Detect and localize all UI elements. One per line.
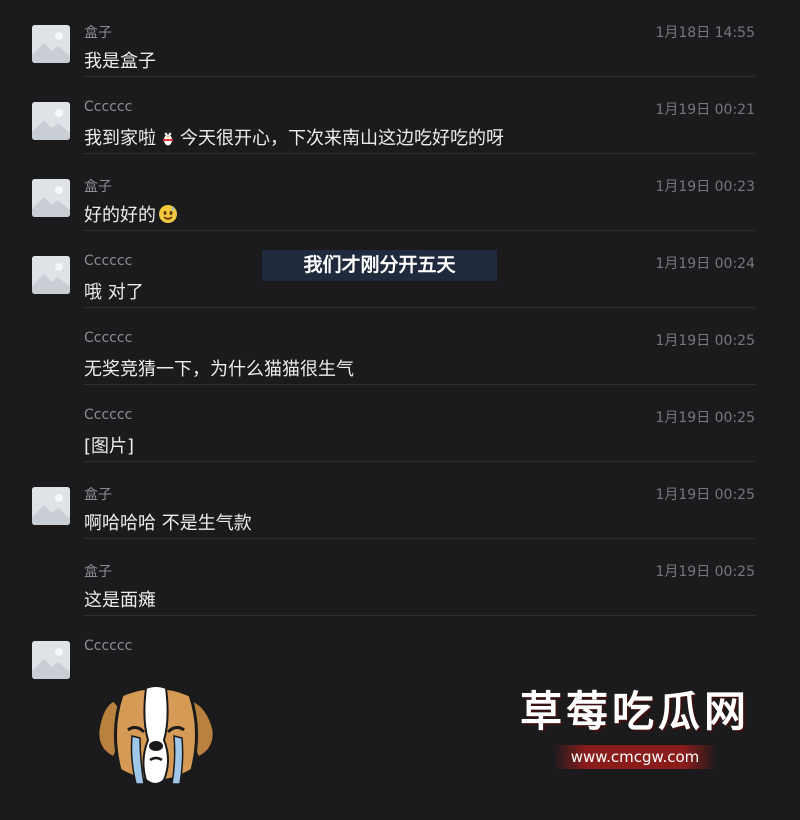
message-time: 1月19日 00:25 <box>655 564 755 580</box>
message-text[interactable]: 这是面瘫 <box>84 586 156 612</box>
avatar-placeholder-icon[interactable] <box>32 641 70 679</box>
watermark-title: 草莓吃瓜网 <box>519 687 750 736</box>
watermark: 草莓吃瓜网 www.cmcgw.com <box>505 678 765 769</box>
message-row[interactable]: 盒子 1月19日 00:25 这是面瘫 <box>0 539 800 616</box>
message-time: 1月19日 00:21 <box>655 102 755 118</box>
message-text-part: 好的好的 <box>84 205 156 226</box>
message-text-part: 我到家啦 <box>84 128 156 149</box>
message-time: 1月19日 00:24 <box>655 256 755 272</box>
avatar-placeholder-icon[interactable] <box>32 25 70 63</box>
message-time: 1月19日 00:25 <box>655 487 755 503</box>
message-text[interactable]: 无奖竞猜一下，为什么猫猫很生气 <box>84 355 354 381</box>
message-row[interactable]: 盒子 1月18日 14:55 我是盒子 <box>0 0 800 77</box>
sweat-smile-emoji-icon <box>158 204 178 224</box>
message-time: 1月18日 14:55 <box>655 25 755 41</box>
message-sender: Cccccc <box>84 99 133 115</box>
message-row[interactable]: Cccccc 1月19日 00:25 [图片] <box>0 385 800 462</box>
message-text[interactable]: 哦 对了 <box>84 278 144 304</box>
message-row[interactable]: Cccccc 1月19日 00:25 无奖竞猜一下，为什么猫猫很生气 <box>0 308 800 385</box>
video-caption-overlay: 我们才刚分开五天 <box>262 250 497 281</box>
message-sender: Cccccc <box>84 407 133 423</box>
message-row[interactable]: Cccccc 1月19日 00:21 我到家啦 今天很开心，下次来南山这边吃好吃的… <box>0 77 800 154</box>
message-text[interactable]: 我是盒子 <box>84 47 156 73</box>
message-sender: Cccccc <box>84 638 133 654</box>
avatar-placeholder-icon[interactable] <box>32 179 70 217</box>
message-text[interactable]: 好的好的 <box>84 201 180 227</box>
message-text[interactable]: 啊哈哈哈 不是生气款 <box>84 509 252 535</box>
message-sender: 盒子 <box>84 25 112 41</box>
penguin-emoji-icon <box>158 127 178 147</box>
message-sender: 盒子 <box>84 487 112 503</box>
avatar-placeholder-icon[interactable] <box>32 256 70 294</box>
message-text-part: 今天很开心，下次来南山这边吃好吃的呀 <box>180 128 504 149</box>
message-text[interactable]: 我到家啦 今天很开心，下次来南山这边吃好吃的呀 <box>84 124 504 150</box>
message-row[interactable]: 盒子 1月19日 00:25 啊哈哈哈 不是生气款 <box>0 462 800 539</box>
message-row[interactable]: 盒子 1月19日 00:23 好的好的 <box>0 154 800 231</box>
crying-puppy-sticker-icon[interactable] <box>92 680 222 800</box>
message-text-image-placeholder[interactable]: [图片] <box>84 432 134 458</box>
message-sender: Cccccc <box>84 330 133 346</box>
message-list: 盒子 1月18日 14:55 我是盒子 Cccccc 1月19日 00:21 我… <box>0 0 800 693</box>
avatar-placeholder-icon[interactable] <box>32 102 70 140</box>
message-time: 1月19日 00:25 <box>655 410 755 426</box>
message-time: 1月19日 00:23 <box>655 179 755 195</box>
watermark-url: www.cmcgw.com <box>552 745 718 769</box>
message-time: 1月19日 00:25 <box>655 333 755 349</box>
message-sender: 盒子 <box>84 564 112 580</box>
message-sender: Cccccc <box>84 253 133 269</box>
message-sender: 盒子 <box>84 179 112 195</box>
avatar-placeholder-icon[interactable] <box>32 487 70 525</box>
